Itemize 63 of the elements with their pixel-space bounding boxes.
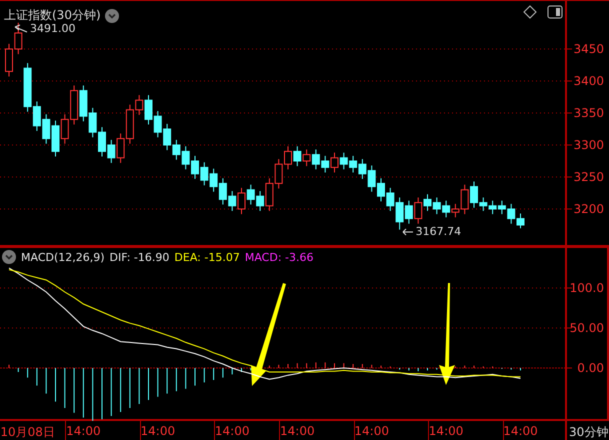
- time-axis-label: 14:00: [66, 424, 101, 438]
- indicator-name: MACD(12,26,9): [21, 250, 105, 264]
- period-label: 30分钟: [568, 424, 608, 439]
- dropdown-icon[interactable]: [2, 250, 16, 264]
- candle: [116, 132, 125, 164]
- candle: [182, 146, 190, 170]
- candle: [386, 187, 394, 212]
- candle: [60, 114, 69, 144]
- candle: [172, 139, 180, 160]
- candle: [210, 168, 218, 192]
- time-axis-label: 14:00: [280, 424, 315, 438]
- candle: [274, 158, 283, 190]
- chart-title: 上证指数(30分钟): [4, 7, 101, 24]
- time-axis-label: 14:00: [354, 424, 389, 438]
- candle: [14, 22, 22, 55]
- pointer-arrow-icon: [14, 24, 28, 34]
- candle: [349, 155, 358, 174]
- candle: [312, 148, 320, 170]
- candle: [107, 139, 116, 164]
- candle: [368, 164, 376, 192]
- candle: [70, 84, 78, 126]
- candle: [442, 200, 450, 218]
- candle: [302, 148, 311, 167]
- dea-value: DEA: -15.07: [174, 250, 240, 264]
- candle: [293, 146, 302, 167]
- time-axis-label: 14:00: [214, 424, 250, 438]
- dropdown-icon[interactable]: [104, 8, 119, 22]
- macd-axis-label: 50.00: [570, 321, 604, 335]
- candle: [42, 114, 50, 144]
- candle: [163, 123, 172, 151]
- macd-axis-label: 0.00: [577, 361, 604, 375]
- candle: [246, 184, 255, 206]
- candle: [228, 190, 236, 212]
- high-price-label: 3491.00: [30, 22, 76, 35]
- candle: [79, 84, 88, 122]
- panel-icon[interactable]: [547, 5, 563, 19]
- time-axis-label: 14:00: [140, 424, 176, 438]
- time-axis-label: 14:00: [428, 424, 464, 438]
- time-axis-label: 14:00: [503, 424, 538, 438]
- price-axis-label: 3450: [573, 42, 604, 56]
- candle: [396, 196, 404, 230]
- price-axis-label: 3400: [573, 74, 604, 88]
- candle: [432, 196, 441, 215]
- price-axis-label: 3350: [573, 106, 604, 120]
- candle: [218, 178, 227, 206]
- candle: [154, 110, 162, 138]
- price-axis-label: 3250: [573, 170, 604, 184]
- macd-axis-label: 100.0: [570, 281, 604, 295]
- dif-value: DIF: -16.90: [110, 250, 170, 264]
- price-axis-label: 3200: [573, 202, 604, 216]
- candle: [321, 155, 330, 174]
- pointer-arrow-icon: [402, 228, 414, 236]
- time-axis-label: 10月08日: [0, 424, 55, 440]
- price-axis-label: 3300: [573, 138, 604, 152]
- candle: [488, 200, 497, 215]
- low-price-label: 3167.74: [416, 225, 462, 238]
- candle: [358, 158, 366, 180]
- macd-value: MACD: -3.66: [244, 250, 314, 264]
- candle: [88, 107, 97, 138]
- candle: [200, 162, 208, 186]
- diamond-icon[interactable]: [523, 5, 537, 19]
- candle: [404, 200, 413, 224]
- candle: [340, 152, 348, 170]
